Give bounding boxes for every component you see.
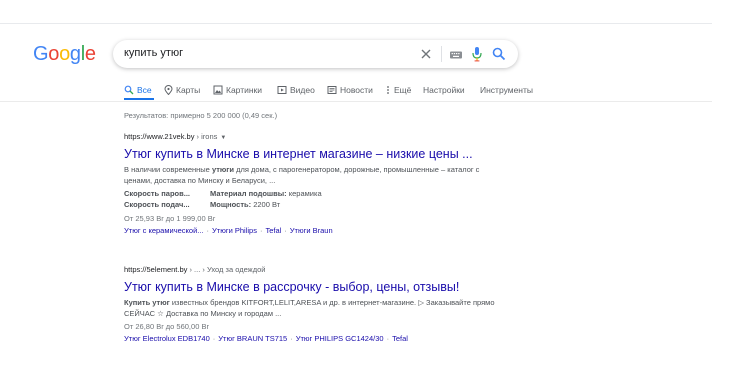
- result-snippet: В наличии современные утюги для дома, с …: [124, 164, 496, 186]
- search-icon[interactable]: [491, 46, 507, 62]
- map-pin-icon: [164, 85, 173, 95]
- separator: ·: [284, 226, 287, 235]
- search-divider: [441, 46, 442, 62]
- result-stats: Результатов: примерно 5 200 000 (0,49 се…: [124, 111, 278, 120]
- sitelink[interactable]: Tefal: [392, 334, 408, 343]
- sitelink[interactable]: Утюг BRAUN TS715: [218, 334, 287, 343]
- chevron-down-icon[interactable]: ▼: [220, 135, 226, 141]
- tab-label: Ещё: [394, 85, 412, 95]
- active-tab-indicator: [124, 98, 154, 100]
- fact-label: Материал подошвы:: [210, 189, 287, 198]
- image-icon: [213, 85, 223, 95]
- logo-letter: o: [59, 43, 70, 65]
- microphone-icon[interactable]: [471, 46, 483, 62]
- result-price-range: От 25,93 Br до 1 999,00 Br: [124, 214, 216, 223]
- tab-images[interactable]: Картинки: [213, 83, 262, 97]
- fact-text: керамика: [286, 189, 322, 198]
- fact-value: Материал подошвы: керамика: [210, 189, 390, 198]
- search-box[interactable]: купить утюг: [113, 40, 518, 68]
- result-path: › ... › Уход за одеждой: [187, 265, 266, 274]
- result-snippet: Купить утюг известных брендов KITFORT,LE…: [124, 297, 496, 319]
- search-result: https://www.21vek.by › irons ▼ Утюг купит…: [124, 131, 524, 236]
- separator: ·: [290, 334, 293, 343]
- sitelink[interactable]: Утюг PHILIPS GC1424/30: [296, 334, 384, 343]
- logo-letter: G: [33, 43, 49, 65]
- tab-label: Видео: [290, 85, 315, 95]
- logo-letter: o: [48, 43, 60, 65]
- snippet-highlight: Купить утюг: [124, 298, 170, 307]
- fact-key[interactable]: Скорость подач...: [124, 200, 210, 209]
- snippet-highlight: утюги: [211, 165, 235, 174]
- google-logo[interactable]: Google: [33, 44, 96, 64]
- fact-value: Мощность: 2200 Вт: [210, 200, 390, 209]
- search-icon: [124, 85, 134, 95]
- more-icon: [387, 86, 389, 94]
- news-icon: [327, 86, 337, 94]
- result-domain: https://www.21vek.by: [124, 132, 195, 141]
- logo-letter: g: [69, 43, 81, 65]
- result-sitelinks: Утюг с керамической... · Утюги Philips · Tef…: [124, 225, 524, 236]
- tab-maps[interactable]: Карты: [164, 83, 200, 97]
- sitelink[interactable]: Утюг с керамической...: [124, 226, 204, 235]
- fact-label: Мощность:: [210, 200, 252, 209]
- sitelink[interactable]: Tefal: [265, 226, 281, 235]
- tab-label: Новости: [340, 85, 373, 95]
- top-divider: [0, 23, 712, 24]
- tab-label: Инструменты: [480, 85, 534, 95]
- tab-label: Карты: [176, 85, 201, 95]
- sitelink[interactable]: Утюги Philips: [212, 226, 257, 235]
- keyboard-icon[interactable]: [449, 48, 463, 60]
- result-url[interactable]: https://5element.by › ... › Уход за одеж…: [124, 264, 524, 275]
- result-price-range: От 26,80 Br до 560,00 Br: [124, 322, 209, 331]
- result-url[interactable]: https://www.21vek.by › irons ▼: [124, 131, 524, 142]
- tab-label: Картинки: [226, 85, 263, 95]
- tab-news[interactable]: Новости: [327, 83, 373, 97]
- tab-settings[interactable]: Настройки: [423, 83, 465, 97]
- snippet-text: известных брендов KITFORT,LELIT,ARESA и …: [124, 298, 495, 318]
- result-title[interactable]: Утюг купить в Минске в интернет магазине…: [124, 146, 524, 162]
- sitelink[interactable]: Утюг Electrolux EDB1740: [124, 334, 210, 343]
- sitelink[interactable]: Утюги Braun: [290, 226, 333, 235]
- tab-tools[interactable]: Инструменты: [480, 83, 533, 97]
- tabs-divider: [0, 101, 712, 102]
- separator: ·: [259, 226, 263, 235]
- tab-label: Все: [137, 85, 152, 95]
- result-title[interactable]: Утюг купить в Минске в рассрочку - выбор…: [124, 279, 524, 295]
- snippet-text: В наличии современные: [124, 165, 212, 174]
- result-facts: Скорость паров... Материал подошвы: кера…: [124, 189, 524, 209]
- fact-text: 2200 Вт: [251, 200, 281, 209]
- separator: ·: [206, 226, 210, 235]
- result-domain: https://5element.by: [124, 265, 188, 274]
- separator: ·: [212, 334, 216, 343]
- tab-label: Настройки: [423, 85, 465, 95]
- search-result: https://5element.by › ... › Уход за одеж…: [124, 264, 524, 344]
- result-path: › irons: [194, 132, 218, 141]
- tab-more[interactable]: Ещё: [385, 83, 411, 97]
- tab-all[interactable]: Все: [124, 83, 152, 97]
- separator: ·: [386, 334, 390, 343]
- logo-letter: e: [84, 43, 96, 65]
- search-input[interactable]: купить утюг: [124, 47, 183, 59]
- fact-key[interactable]: Скорость паров...: [124, 189, 210, 198]
- tab-video[interactable]: Видео: [277, 83, 315, 97]
- video-icon: [277, 86, 287, 94]
- clear-icon[interactable]: [419, 45, 433, 63]
- result-sitelinks: Утюг Electrolux EDB1740 · Утюг BRAUN TS715…: [124, 333, 524, 344]
